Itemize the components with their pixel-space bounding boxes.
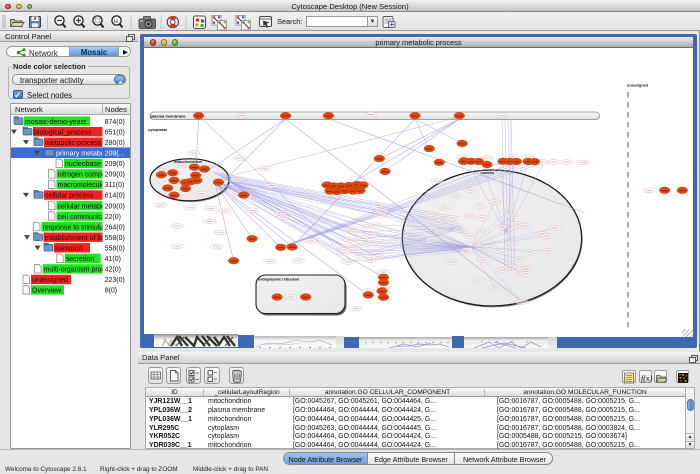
svg-text:macromolecule: macromolecule [58, 182, 106, 189]
svg-text:endoplasmic reticulum: endoplasmic reticulum [258, 278, 300, 282]
svg-text:nitrogen compou: nitrogen compou [58, 172, 110, 179]
svg-text:secretion: secretion [66, 256, 95, 263]
svg-text:unassigned: unassigned [627, 84, 649, 88]
svg-text:mitochondrion: mitochondrion [174, 159, 203, 164]
svg-text:651(0): 651(0) [105, 129, 125, 136]
svg-text:establishment of loc: establishment of loc [45, 235, 107, 242]
svg-text:614(0): 614(0) [105, 193, 125, 200]
svg-text:42(0): 42(0) [105, 267, 121, 274]
svg-text:cytoplasm: cytoplasm [148, 127, 168, 132]
svg-text:multi-organism proc: multi-organism proc [44, 267, 106, 274]
svg-text:22(0): 22(0) [105, 214, 121, 221]
svg-text:cell communicati: cell communicati [58, 214, 110, 221]
svg-text:response to stimulu: response to stimulu [43, 224, 104, 231]
svg-text:209(0): 209(0) [105, 203, 125, 210]
svg-text:cellular metabol: cellular metabol [58, 203, 107, 210]
svg-text:209(...: 209(... [105, 151, 125, 158]
svg-text:Overview: Overview [32, 288, 62, 295]
svg-text:plasma membrane: plasma membrane [151, 114, 187, 119]
svg-text:unassigned: unassigned [32, 277, 68, 284]
svg-text:874(0): 874(0) [105, 119, 125, 126]
svg-text:41(0): 41(0) [105, 256, 121, 263]
svg-text:280(0): 280(0) [105, 140, 125, 147]
svg-text:558(0): 558(0) [105, 235, 125, 242]
svg-text:primary metabo: primary metabo [56, 151, 105, 158]
svg-text:311(0): 311(0) [105, 182, 125, 189]
svg-text:8(0): 8(0) [105, 288, 117, 295]
svg-text:H: H [114, 19, 118, 25]
svg-text:nucleus: nucleus [481, 171, 495, 175]
svg-text:558(0): 558(0) [105, 245, 125, 252]
svg-text:metabolic process: metabolic process [45, 140, 102, 147]
svg-text:223(0): 223(0) [105, 277, 125, 284]
svg-text:transport: transport [55, 245, 83, 252]
svg-text:209(0): 209(0) [105, 161, 125, 168]
svg-text:f(x): f(x) [641, 374, 652, 383]
svg-text:mosaic-demo-yeast: mosaic-demo-yeast [25, 119, 86, 126]
svg-text:209(0): 209(0) [105, 172, 125, 179]
svg-text:264(0): 264(0) [105, 224, 125, 231]
svg-text:biological_process: biological_process [34, 129, 92, 136]
svg-text:cellular process: cellular process [45, 193, 94, 200]
